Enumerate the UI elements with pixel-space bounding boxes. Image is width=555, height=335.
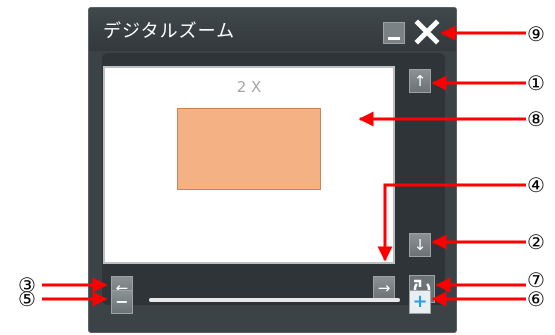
- arrow-4: [377, 183, 526, 262]
- annotation-8: ⑧: [527, 107, 545, 131]
- annotation-arrows: [42, 25, 526, 307]
- annotation-6: ⑥: [527, 287, 545, 311]
- annotation-2: ②: [527, 230, 545, 254]
- annotation-5: ⑤: [18, 287, 36, 311]
- annotation-1: ①: [527, 71, 545, 95]
- annotation-4: ④: [527, 173, 545, 197]
- annotation-9: ⑨: [527, 22, 545, 46]
